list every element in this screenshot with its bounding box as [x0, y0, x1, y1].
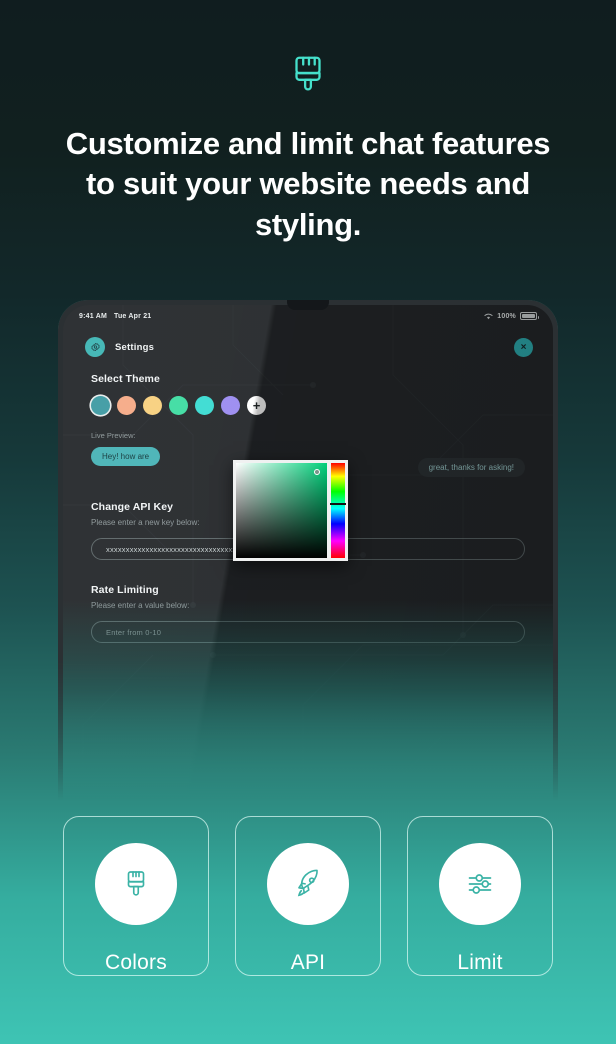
color-picker-popup[interactable] — [233, 460, 348, 561]
rate-limiting-title: Rate Limiting — [91, 584, 159, 596]
feature-card-colors[interactable]: Colors — [63, 816, 209, 976]
status-date: Tue Apr 21 — [113, 312, 152, 320]
saturation-value-area[interactable] — [236, 463, 327, 558]
theme-swatch-purple[interactable] — [221, 396, 240, 415]
hue-slider-handle[interactable] — [330, 502, 346, 506]
page-title: Customize and limit chat features to sui… — [65, 126, 551, 242]
rate-limiting-subtitle: Please enter a value below: — [91, 601, 190, 610]
rocket-icon — [267, 843, 349, 925]
theme-swatch-yellow[interactable] — [143, 396, 162, 415]
color-picker-handle[interactable] — [314, 469, 320, 475]
select-theme-title: Select Theme — [91, 373, 160, 385]
tablet-screen: 9:41 AM Tue Apr 21 100% Settings × Selec… — [63, 305, 553, 800]
tablet-notch — [287, 299, 329, 310]
chat-bubble-incoming: Hey! how are — [91, 447, 161, 466]
rate-limit-input[interactable]: Enter from 0-10 — [91, 621, 525, 643]
chat-bubble-outgoing: great, thanks for asking! — [417, 458, 525, 477]
close-icon[interactable]: × — [514, 337, 533, 357]
status-time: 9:41 AM — [79, 312, 107, 320]
feature-label-limit: Limit — [457, 951, 503, 974]
gear-icon[interactable] — [85, 337, 105, 357]
wifi-icon — [484, 313, 493, 319]
sliders-icon — [439, 843, 521, 925]
theme-swatch-cyan[interactable] — [195, 396, 214, 415]
theme-swatch-green[interactable] — [169, 396, 188, 415]
live-preview-label: Live Preview: — [91, 431, 136, 440]
theme-swatch-peach[interactable] — [117, 396, 136, 415]
battery-full-icon — [520, 312, 539, 320]
paint-brush-icon — [295, 56, 321, 91]
feature-card-limit[interactable]: Limit — [407, 816, 553, 976]
feature-label-colors: Colors — [105, 951, 167, 974]
feature-card-api[interactable]: API — [235, 816, 381, 976]
add-theme-button[interactable]: + — [247, 396, 266, 415]
battery-percent: 100% — [497, 312, 516, 320]
theme-swatch-list: + — [91, 396, 525, 415]
theme-swatch-teal[interactable] — [91, 396, 110, 415]
feature-cards: Colors API Limit — [0, 816, 616, 976]
app-title: Settings — [115, 341, 155, 353]
hue-slider[interactable] — [330, 463, 346, 558]
tablet-mockup: 9:41 AM Tue Apr 21 100% Settings × Selec… — [58, 299, 558, 800]
app-header: Settings × — [63, 327, 553, 357]
feature-label-api: API — [290, 951, 326, 974]
hero-section: Customize and limit chat features to sui… — [0, 0, 616, 245]
paint-brush-icon — [95, 843, 177, 925]
